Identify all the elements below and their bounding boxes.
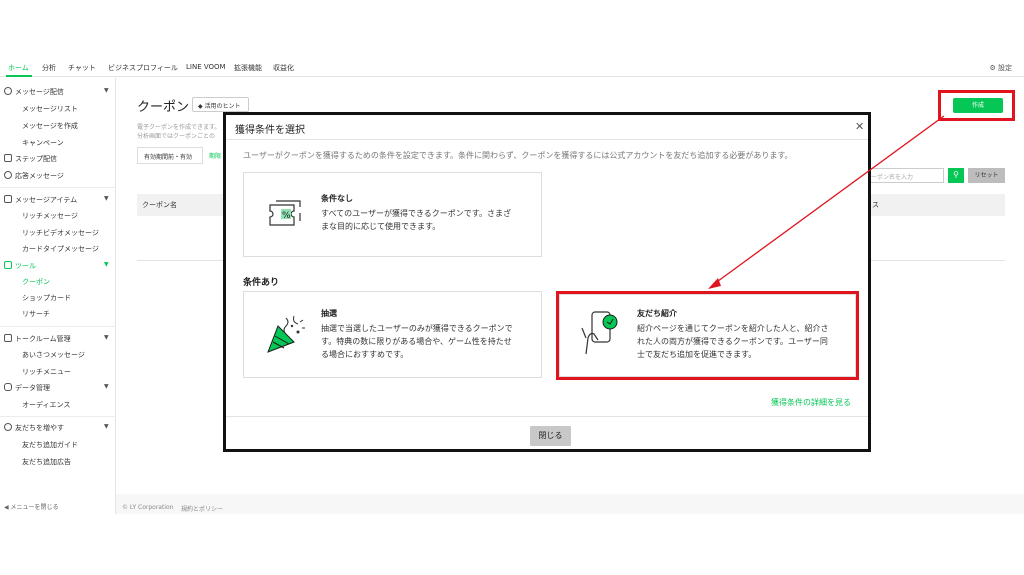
top-navigation: ホーム 分析 チャット ビジネスプロフィール LINE VOOM 拡張機能 収益… xyxy=(0,60,1024,77)
column-status: ス xyxy=(872,201,879,209)
search-icon[interactable]: ⚲ xyxy=(948,168,964,183)
create-button-highlight xyxy=(938,90,1015,121)
sidebar-section-label: 友だちを増やす xyxy=(15,424,64,432)
coupon-search-input[interactable]: ーポン名を入力 xyxy=(866,168,944,183)
settings-link[interactable]: ⚙ 設定 xyxy=(989,63,1012,73)
sidebar-divider xyxy=(0,187,116,188)
modal-header-divider xyxy=(226,139,868,140)
copyright-text: © LY Corporation xyxy=(122,504,174,511)
sidebar-section-talk-room[interactable]: トークルーム管理 ▼ xyxy=(4,334,109,344)
sidebar-item-label: ステップ配信 xyxy=(15,155,57,163)
chat-room-icon xyxy=(4,334,12,342)
sidebar-divider xyxy=(0,326,116,327)
usage-hint-button[interactable]: ◆ 活用のヒント xyxy=(192,97,249,112)
page-title: クーポン xyxy=(137,100,190,115)
active-tab-indicator xyxy=(6,75,32,77)
close-menu-button[interactable]: ◀ メニューを閉じる xyxy=(4,502,59,511)
sidebar-item-campaign[interactable]: キャンペーン xyxy=(22,138,64,148)
sidebar-section-label: データ管理 xyxy=(15,384,50,392)
tools-icon xyxy=(4,261,12,269)
friend-referral-highlight xyxy=(556,291,859,380)
sidebar-section-label: ツール xyxy=(15,262,36,270)
party-popper-icon xyxy=(267,315,305,353)
nav-tab-chat[interactable]: チャット xyxy=(68,63,96,73)
chevron-down-icon: ▼ xyxy=(104,195,109,202)
option-description: る場合におすすめです。 xyxy=(321,350,409,359)
sidebar-item-shop-card[interactable]: ショップカード xyxy=(22,293,71,303)
nav-tab-analytics[interactable]: 分析 xyxy=(42,63,56,73)
sidebar-item-friend-guide[interactable]: 友だち追加ガイド xyxy=(22,440,78,450)
sidebar-item-friend-ads[interactable]: 友だち追加広告 xyxy=(22,457,71,467)
sidebar-section-message-items[interactable]: メッセージアイテム ▼ xyxy=(4,195,109,205)
conditional-section-label: 条件あり xyxy=(243,278,280,288)
condition-details-link[interactable]: 獲得条件の詳細を見る xyxy=(771,397,851,408)
sidebar-divider xyxy=(0,416,116,417)
sidebar-item-card-message[interactable]: カードタイプメッセージ xyxy=(22,244,99,254)
nav-tab-monetization[interactable]: 収益化 xyxy=(273,63,294,73)
sidebar-section-messages[interactable]: メッセージ配信 ▼ xyxy=(4,87,109,97)
sidebar-item-step[interactable]: ステップ配信 xyxy=(4,154,57,164)
sidebar-item-greeting[interactable]: あいさつメッセージ xyxy=(22,350,85,360)
chevron-down-icon: ▼ xyxy=(104,334,109,341)
sidebar-item-rich-message[interactable]: リッチメッセージ xyxy=(22,211,78,221)
option-description: まな目的に応じて使用できます。 xyxy=(321,222,441,231)
page-description: 電子クーポンを作成できます。 xyxy=(137,124,221,131)
page-footer xyxy=(116,494,1024,514)
plus-square-icon xyxy=(4,195,12,203)
sidebar-item-rich-video[interactable]: リッチビデオメッセージ xyxy=(22,228,99,238)
reset-button[interactable]: リセット xyxy=(968,168,1005,183)
option-description: す。特典の数に限りがある場合や、ゲーム性を持たせ xyxy=(321,337,512,346)
modal-description: ユーザーがクーポンを獲得するための条件を設定できます。条件に関わらず、クーポンを… xyxy=(243,151,793,160)
nav-tab-extensions[interactable]: 拡張機能 xyxy=(234,63,262,73)
sidebar-item-create-message[interactable]: メッセージを作成 xyxy=(22,121,78,131)
message-icon xyxy=(4,87,12,95)
option-description: すべてのユーザーが獲得できるクーポンです。さまざ xyxy=(321,209,511,218)
chevron-down-icon: ▼ xyxy=(104,423,109,430)
filter-tab-active-period[interactable]: 有効期間前・有効 xyxy=(137,147,203,164)
page-description-2: 分析画面ではクーポンごとの xyxy=(137,133,215,140)
option-description: 抽選で当選したユーザーのみが獲得できるクーポンで xyxy=(321,324,513,333)
nav-tab-business-profile[interactable]: ビジネスプロフィール xyxy=(108,63,178,73)
database-icon xyxy=(4,383,12,391)
user-plus-icon xyxy=(4,423,12,431)
reply-icon xyxy=(4,171,12,179)
sidebar-item-label: 応答メッセージ xyxy=(15,172,64,180)
column-coupon-name: クーポン名 xyxy=(142,201,177,209)
chevron-down-icon: ▼ xyxy=(104,261,109,268)
option-title: 抽選 xyxy=(321,309,337,318)
sidebar-section-label: メッセージ配信 xyxy=(15,88,64,96)
sidebar-item-research[interactable]: リサーチ xyxy=(22,309,50,319)
sidebar-section-friends[interactable]: 友だちを増やす ▼ xyxy=(4,423,109,433)
sidebar-item-response[interactable]: 応答メッセージ xyxy=(4,171,64,181)
nav-tab-home[interactable]: ホーム xyxy=(8,63,29,73)
chevron-down-icon: ▼ xyxy=(104,87,109,94)
close-icon[interactable]: ✕ xyxy=(855,120,864,133)
modal-title: 獲得条件を選択 xyxy=(235,125,305,136)
sidebar-section-label: トークルーム管理 xyxy=(15,335,71,343)
sidebar-item-audience[interactable]: オーディエンス xyxy=(22,400,70,410)
sidebar-section-label: メッセージアイテム xyxy=(15,196,78,204)
nav-tab-line-voom[interactable]: LINE VOOM xyxy=(186,63,226,71)
modal-footer-divider xyxy=(226,416,868,417)
svg-text:%: % xyxy=(282,211,291,221)
option-title: 条件なし xyxy=(321,194,353,203)
chevron-down-icon: ▼ xyxy=(104,383,109,390)
filter-tab-expired[interactable]: 期限 xyxy=(209,151,221,160)
policy-link[interactable]: 規約とポリシー xyxy=(181,504,223,513)
sidebar-section-data[interactable]: データ管理 ▼ xyxy=(4,383,109,393)
sidebar-item-rich-menu[interactable]: リッチメニュー xyxy=(22,367,71,377)
step-chart-icon xyxy=(4,154,12,162)
sidebar-item-coupon[interactable]: クーポン xyxy=(22,277,50,287)
close-button[interactable]: 閉じる xyxy=(530,426,571,446)
sidebar-section-tools[interactable]: ツール ▼ xyxy=(4,261,109,271)
sidebar-item-message-list[interactable]: メッセージリスト xyxy=(22,104,78,114)
coupon-percent-icon: % xyxy=(269,200,301,226)
